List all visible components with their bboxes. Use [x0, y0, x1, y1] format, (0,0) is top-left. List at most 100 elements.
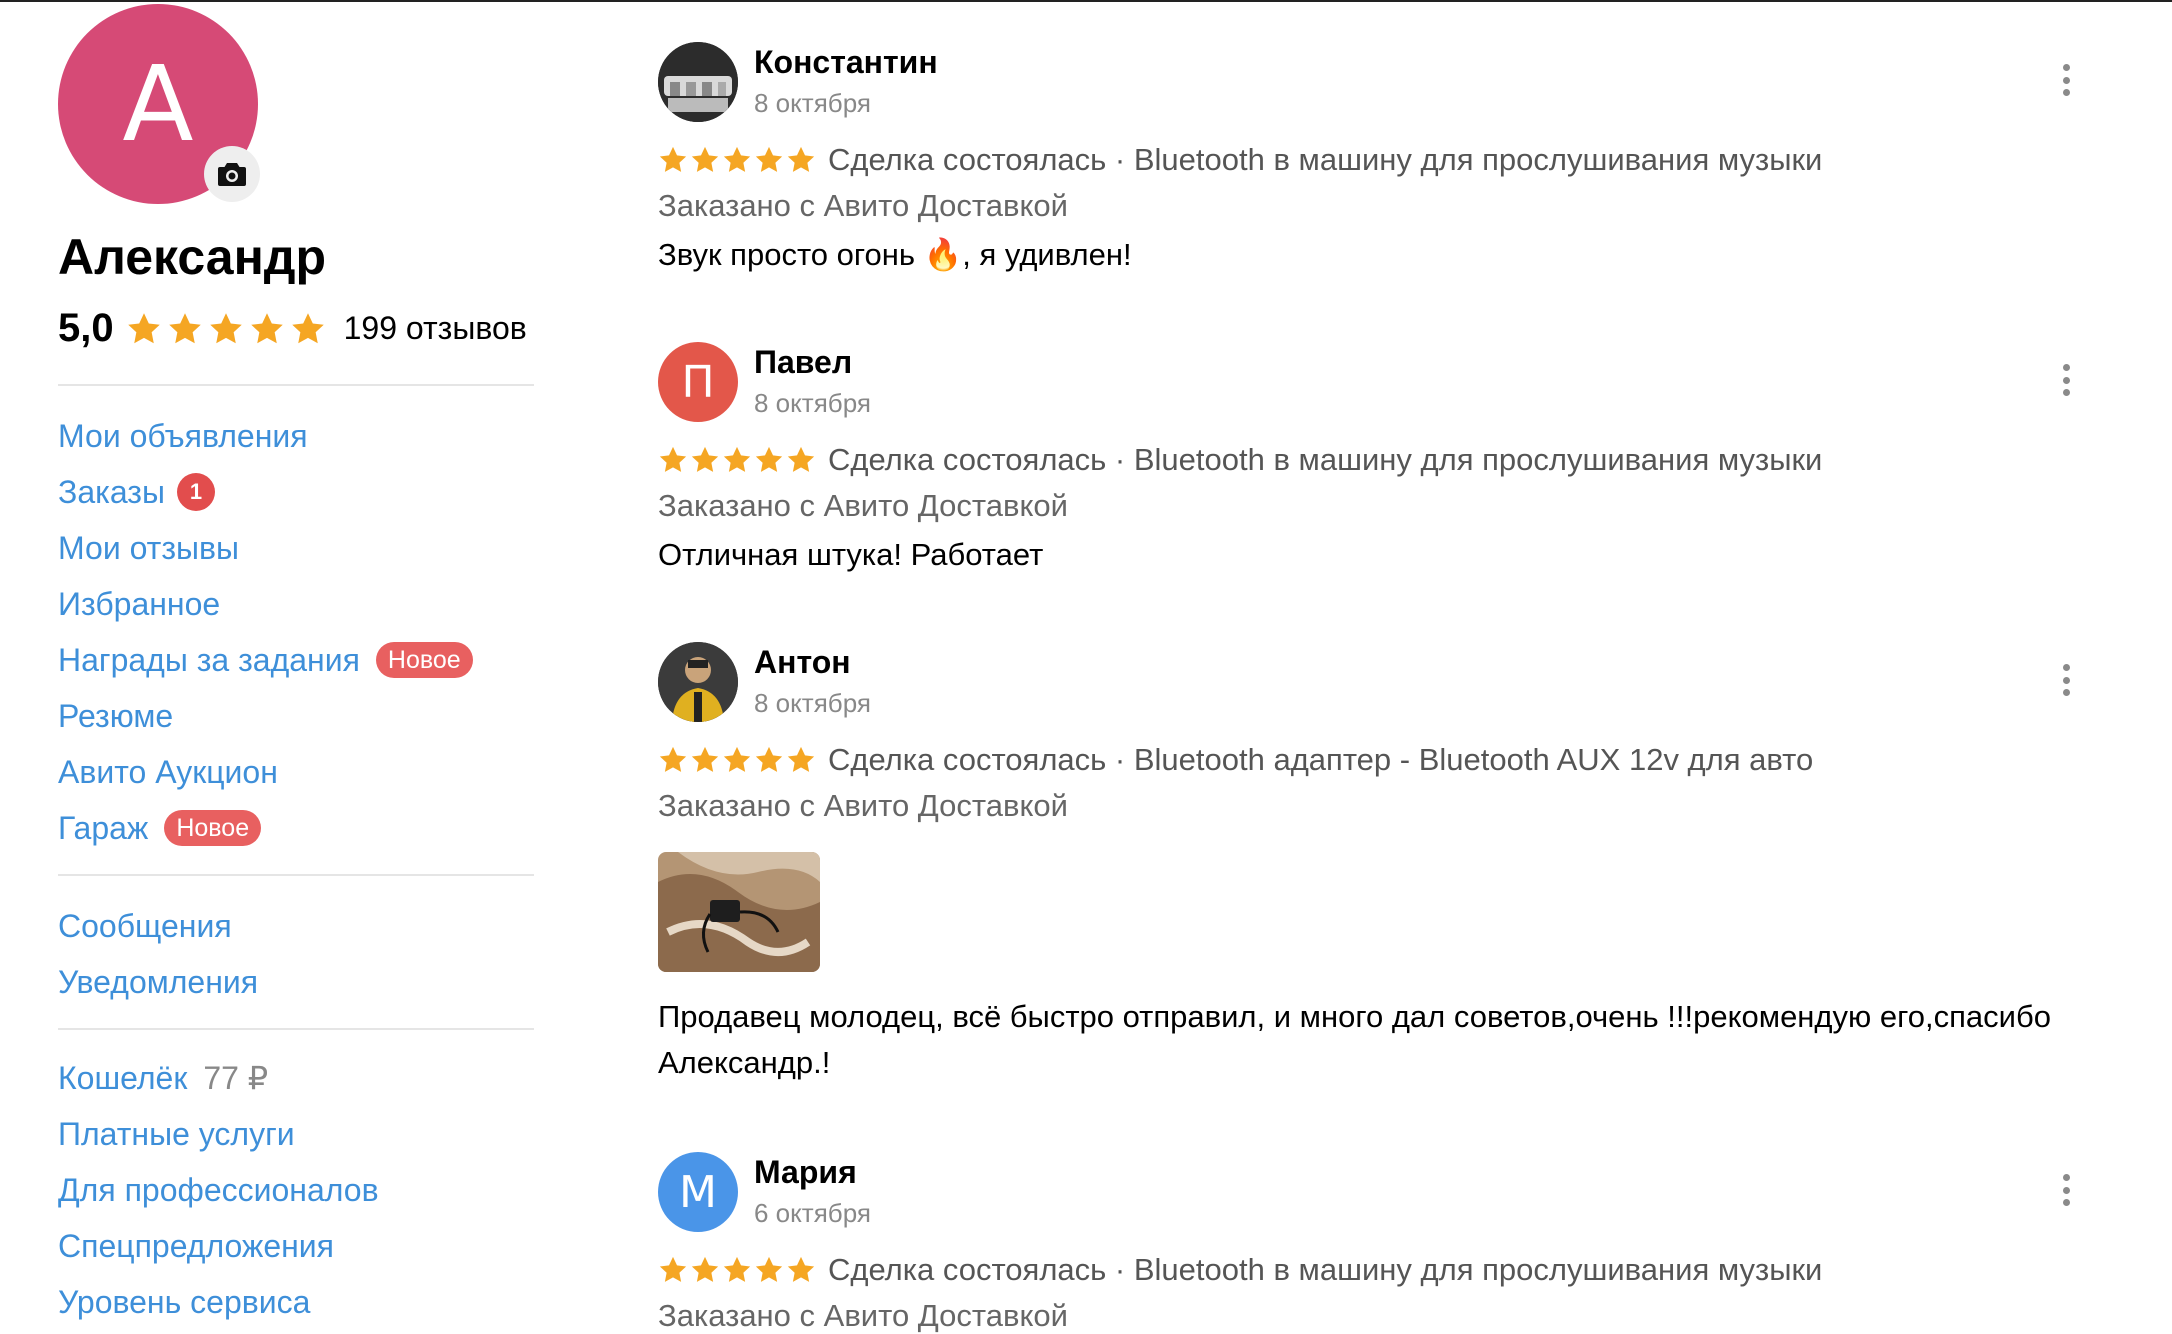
star-icon	[209, 312, 242, 343]
reviewer-name[interactable]: Антон	[754, 644, 851, 681]
star-icon	[723, 1256, 751, 1282]
star-icon	[787, 146, 815, 172]
nav-tertiary: Кошелёк 77 ₽ Платные услуги Для профессио…	[58, 1050, 379, 1330]
star-icon	[755, 1256, 783, 1282]
nav-label: Кошелёк	[58, 1059, 188, 1096]
nav-resume[interactable]: Резюме	[58, 688, 473, 744]
star-icon	[691, 746, 719, 772]
camera-icon	[218, 163, 246, 186]
nav-notifications[interactable]: Уведомления	[58, 954, 258, 1010]
nav-label: Мои объявления	[58, 417, 308, 454]
star-icon	[755, 746, 783, 772]
star-icon	[755, 146, 783, 172]
star-icon	[691, 446, 719, 472]
reviews-count-link[interactable]: 199 отзывов	[344, 310, 527, 347]
delivery-note: Заказано с Авито Доставкой	[658, 1298, 1068, 1333]
wallet-amount: 77 ₽	[203, 1060, 269, 1096]
nav-auction[interactable]: Авито Аукцион	[58, 744, 473, 800]
new-badge: Новое	[375, 642, 473, 678]
nav-secondary: Сообщения Уведомления	[58, 898, 258, 1010]
review-stars	[658, 445, 816, 475]
nav-messages[interactable]: Сообщения	[58, 898, 258, 954]
reviewer-name[interactable]: Мария	[754, 1154, 857, 1191]
star-icon	[691, 146, 719, 172]
star-icon	[755, 446, 783, 472]
more-options-icon[interactable]	[2054, 60, 2078, 100]
reviewer-photo	[658, 642, 738, 722]
star-icon	[250, 312, 283, 343]
review-text: Звук просто огонь 🔥, я удивлен!	[658, 237, 1132, 272]
review-deal-text: Сделка состоялась · Bluetooth в машину д…	[828, 142, 1823, 177]
review-deal-line: Сделка состоялась · Bluetooth адаптер - …	[658, 742, 1813, 778]
profile-name: Александр	[58, 229, 327, 285]
more-options-icon[interactable]	[2054, 660, 2078, 700]
star-icon	[659, 746, 687, 772]
delivery-note: Заказано с Авито Доставкой	[658, 788, 1068, 823]
nav-orders[interactable]: Заказы 1	[58, 464, 473, 520]
nav-label: Уведомления	[58, 963, 259, 1000]
review-photo-thumbnail[interactable]	[658, 852, 820, 972]
nav-label: Авито Аукцион	[58, 753, 278, 790]
reviewer-avatar[interactable]: М	[658, 1152, 738, 1232]
nav-label: Для профессионалов	[58, 1171, 379, 1208]
star-icon	[168, 312, 201, 343]
review-date: 8 октября	[754, 88, 871, 118]
review-stars	[658, 145, 816, 175]
nav-for-professionals[interactable]: Для профессионалов	[58, 1162, 379, 1218]
reviewer-name[interactable]: Константин	[754, 44, 938, 81]
review-date: 6 октября	[754, 1198, 871, 1228]
reviewer-avatar[interactable]: П	[658, 342, 738, 422]
review-date: 8 октября	[754, 688, 871, 718]
nav-garage[interactable]: Гараж Новое	[58, 800, 473, 856]
review-deal-line: Сделка состоялась · Bluetooth в машину д…	[658, 142, 1822, 178]
review-deal-text: Сделка состоялась · Bluetooth в машину д…	[828, 1252, 1823, 1287]
nav-task-rewards[interactable]: Награды за задания Новое	[58, 632, 473, 688]
nav-my-listings[interactable]: Мои объявления	[58, 408, 473, 464]
nav-service-level[interactable]: Уровень сервиса	[58, 1274, 379, 1330]
nav-label: Уровень сервиса	[58, 1283, 311, 1320]
star-icon	[127, 312, 160, 343]
review-photo	[658, 852, 820, 972]
star-icon	[787, 446, 815, 472]
reviewer-name[interactable]: Павел	[754, 344, 852, 381]
divider	[58, 874, 534, 876]
nav-label: Платные услуги	[58, 1115, 295, 1152]
star-icon	[723, 146, 751, 172]
profile-avatar-block: А	[58, 4, 260, 204]
review-stars	[658, 745, 816, 775]
reviewer-avatar[interactable]	[658, 42, 738, 122]
profile-rating: 5,0 199 отзывов	[58, 306, 527, 351]
nav-label: Мои отзывы	[58, 529, 239, 566]
nav-label: Резюме	[58, 697, 174, 734]
nav-my-reviews[interactable]: Мои отзывы	[58, 520, 473, 576]
change-photo-button[interactable]	[204, 146, 260, 202]
delivery-note: Заказано с Авито Доставкой	[658, 488, 1068, 523]
review-deal-line: Сделка состоялась · Bluetooth в машину д…	[658, 1252, 1822, 1288]
rating-value: 5,0	[58, 306, 114, 350]
reviewer-avatar[interactable]	[658, 642, 738, 722]
nav-paid-services[interactable]: Платные услуги	[58, 1106, 379, 1162]
star-icon	[787, 1256, 815, 1282]
star-icon	[723, 746, 751, 772]
review-text: Отличная штука! Работает	[658, 537, 1044, 572]
star-icon	[659, 446, 687, 472]
review-text: Продавец молодец, всё быстро отправил, и…	[658, 999, 2051, 1080]
orders-count-badge: 1	[176, 473, 215, 511]
divider	[58, 384, 534, 386]
nav-label: Сообщения	[58, 907, 232, 944]
review-deal-line: Сделка состоялась · Bluetooth в машину д…	[658, 442, 1822, 478]
nav-special-offers[interactable]: Спецпредложения	[58, 1218, 379, 1274]
nav-primary: Мои объявления Заказы 1 Мои отзывы Избран…	[58, 408, 473, 856]
nav-label: Избранное	[58, 585, 221, 622]
reviewer-photo	[658, 42, 738, 122]
more-options-icon[interactable]	[2054, 360, 2078, 400]
nav-wallet[interactable]: Кошелёк 77 ₽	[58, 1050, 379, 1106]
new-badge: Новое	[164, 810, 262, 846]
more-options-icon[interactable]	[2054, 1170, 2078, 1210]
nav-favorites[interactable]: Избранное	[58, 576, 473, 632]
star-icon	[659, 146, 687, 172]
rating-stars	[126, 311, 326, 347]
nav-label: Заказы	[58, 473, 165, 510]
nav-label: Спецпредложения	[58, 1227, 334, 1264]
review-deal-text: Сделка состоялась · Bluetooth в машину д…	[828, 442, 1823, 477]
